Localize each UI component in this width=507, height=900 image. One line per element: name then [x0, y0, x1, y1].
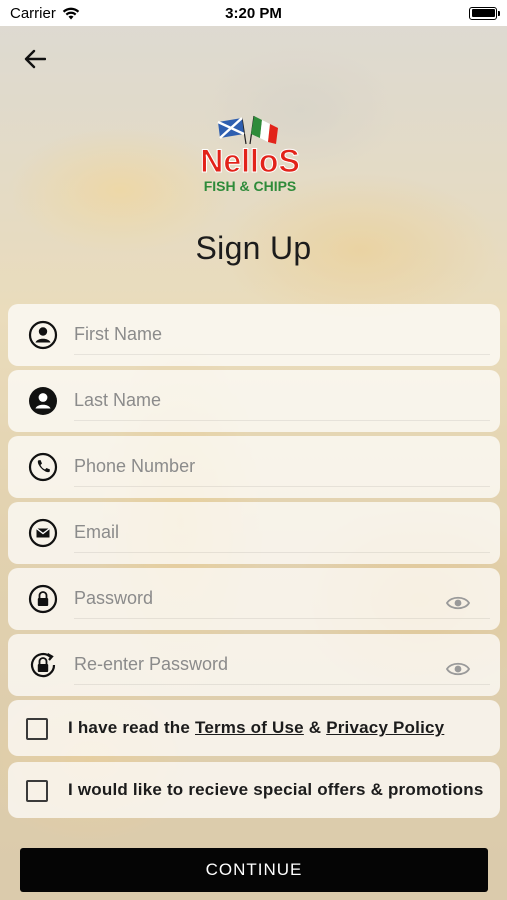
logo-subtext: FISH & CHIPS [204, 178, 297, 194]
eye-icon[interactable] [446, 594, 470, 612]
password-field[interactable] [8, 568, 500, 630]
password-input[interactable] [74, 578, 434, 618]
terms-prefix: I have read the [68, 718, 191, 737]
scotland-flag-icon [217, 117, 247, 145]
lock-refresh-icon [28, 650, 58, 680]
phone-number-field[interactable] [8, 436, 500, 498]
offers-row: I would like to recieve special offers &… [8, 762, 500, 818]
email-field[interactable] [8, 502, 500, 564]
terms-ampersand: & [308, 718, 322, 737]
terms-text: I have read the Terms of Use & Privacy P… [68, 718, 444, 738]
logo-wordmark: NelloS [200, 143, 300, 179]
first-name-input[interactable] [74, 314, 434, 354]
wifi-icon [62, 7, 80, 19]
carrier-label: Carrier [10, 4, 56, 22]
email-input[interactable] [74, 512, 434, 552]
eye-icon[interactable] [446, 660, 470, 678]
lock-icon [28, 584, 58, 614]
reenter-password-field[interactable] [8, 634, 500, 696]
phone-icon [28, 452, 58, 482]
page-title: Sign Up [195, 230, 312, 266]
first-name-field[interactable] [8, 304, 500, 366]
back-button[interactable] [20, 46, 50, 72]
field-underline [74, 486, 490, 487]
mail-icon [28, 518, 58, 548]
privacy-policy-link[interactable]: Privacy Policy [326, 718, 444, 737]
field-underline [74, 684, 490, 685]
status-bar: Carrier 3:20 PM [0, 0, 507, 26]
terms-checkbox[interactable] [26, 718, 48, 740]
last-name-field[interactable] [8, 370, 500, 432]
continue-button[interactable]: CONTINUE [20, 848, 488, 892]
arrow-left-icon [24, 49, 46, 69]
phone-number-input[interactable] [74, 446, 434, 486]
field-underline [74, 420, 490, 421]
field-underline [74, 354, 490, 355]
terms-row: I have read the Terms of Use & Privacy P… [8, 700, 500, 756]
user-circle-outline-icon [28, 320, 58, 350]
battery-icon [469, 6, 500, 20]
field-underline [74, 618, 490, 619]
offers-label: I would like to recieve special offers &… [68, 780, 484, 799]
field-underline [74, 552, 490, 553]
last-name-input[interactable] [74, 380, 434, 420]
italy-flag-icon [249, 115, 278, 145]
offers-checkbox[interactable] [26, 780, 48, 802]
user-circle-filled-icon [28, 386, 58, 416]
reenter-password-input[interactable] [74, 644, 434, 684]
nellos-logo: NelloS FISH & CHIPS [200, 115, 300, 194]
sign-up-screen: NelloS FISH & CHIPS Sign Up First Name L… [0, 26, 507, 900]
terms-of-use-link[interactable]: Terms of Use [195, 718, 304, 737]
